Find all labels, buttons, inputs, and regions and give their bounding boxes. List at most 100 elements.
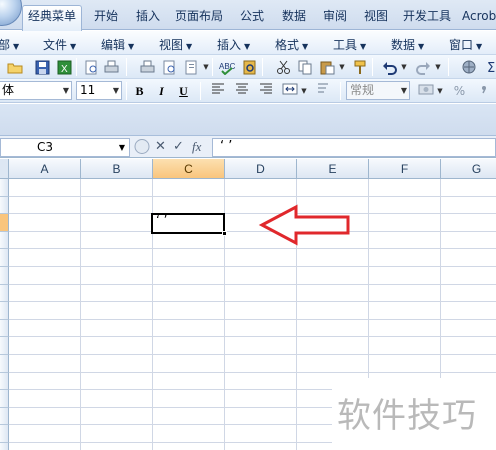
- row-header[interactable]: [0, 443, 9, 450]
- tab-view[interactable]: 视图: [357, 6, 395, 28]
- chevron-down-icon[interactable]: ▼: [202, 58, 210, 76]
- percent-button[interactable]: %: [450, 82, 469, 100]
- print-icon[interactable]: [102, 58, 120, 76]
- column-header-d[interactable]: D: [225, 159, 297, 179]
- row-header[interactable]: [0, 302, 9, 320]
- row-header[interactable]: [0, 407, 9, 426]
- spelling-icon[interactable]: ABC: [218, 58, 236, 76]
- chevron-down-icon[interactable]: ▼: [338, 58, 346, 76]
- comma-style-icon[interactable]: [474, 82, 493, 100]
- menu-view[interactable]: 视图 ▼: [159, 36, 192, 53]
- bold-button[interactable]: B: [130, 82, 149, 100]
- chevron-down-icon: ▼: [186, 42, 193, 51]
- chevron-down-icon[interactable]: ▼: [300, 82, 308, 100]
- tab-classic-menu[interactable]: 经典菜单: [22, 5, 82, 31]
- select-all-button[interactable]: [0, 159, 9, 179]
- print-icon[interactable]: [182, 58, 200, 76]
- column-header-b[interactable]: B: [81, 159, 153, 179]
- fill-handle[interactable]: [222, 231, 227, 236]
- merge-center-icon[interactable]: [280, 82, 299, 100]
- row-header[interactable]: [0, 425, 9, 443]
- formula-input[interactable]: ‘ ’: [212, 138, 496, 157]
- chevron-down-icon: ▼: [128, 42, 135, 51]
- print-preview-icon[interactable]: [82, 58, 100, 76]
- row-header[interactable]: [0, 337, 9, 355]
- tab-developer[interactable]: 开发工具: [398, 6, 456, 28]
- font-size-select[interactable]: 11 ▼: [76, 81, 122, 100]
- row-header[interactable]: [0, 355, 9, 373]
- office-orb-icon[interactable]: [0, 0, 22, 26]
- row-header[interactable]: [0, 249, 9, 267]
- menu-window[interactable]: 窗口 ▼: [449, 36, 482, 53]
- svg-text:X: X: [61, 64, 68, 75]
- cut-icon[interactable]: [274, 58, 292, 76]
- align-center-icon[interactable]: [232, 82, 251, 100]
- row-header[interactable]: [0, 372, 9, 391]
- align-right-icon[interactable]: [256, 82, 275, 100]
- number-format-select[interactable]: 常规 ▼: [346, 81, 410, 100]
- currency-icon[interactable]: [416, 82, 435, 100]
- undo-icon[interactable]: [380, 58, 398, 76]
- tab-insert[interactable]: 插入: [128, 6, 168, 28]
- row-header[interactable]: [0, 179, 9, 197]
- copy-icon[interactable]: [296, 58, 314, 76]
- row-header[interactable]: [0, 196, 9, 215]
- row-header[interactable]: [0, 390, 9, 408]
- menu-file-label: 文件: [43, 38, 68, 52]
- row-header[interactable]: [0, 267, 9, 285]
- paste-icon[interactable]: [318, 58, 336, 76]
- align-left-icon[interactable]: [208, 82, 227, 100]
- cancel-icon[interactable]: ✕: [155, 139, 166, 154]
- menu-tools[interactable]: 工具 ▼: [333, 36, 366, 53]
- menu-file[interactable]: 文件 ▼: [43, 36, 76, 53]
- tab-formulas[interactable]: 公式: [232, 6, 272, 28]
- standard-toolbar: X ▼ ABC ▼ ▼ ▼ Σ: [0, 55, 496, 79]
- menu-all[interactable]: 部 ▼: [0, 36, 19, 53]
- font-name-select[interactable]: 体 ▼: [0, 81, 72, 100]
- menu-data[interactable]: 数据 ▼: [391, 36, 424, 53]
- menu-insert[interactable]: 插入 ▼: [217, 36, 250, 53]
- wrap-text-icon[interactable]: [314, 82, 333, 100]
- enter-icon[interactable]: ✓: [173, 139, 184, 154]
- ribbon-lower-band: [0, 104, 496, 136]
- tab-acrobat[interactable]: Acrobat: [462, 6, 496, 28]
- save-icon[interactable]: [33, 58, 51, 76]
- column-header-a[interactable]: A: [9, 159, 81, 179]
- column-header-c[interactable]: C: [153, 159, 225, 179]
- name-box[interactable]: C3 ▼: [0, 138, 130, 157]
- print-icon[interactable]: [138, 58, 156, 76]
- row-header[interactable]: [0, 231, 9, 250]
- print-preview-icon[interactable]: [160, 58, 178, 76]
- insert-function-button[interactable]: fx: [192, 139, 201, 155]
- tab-page-layout[interactable]: 页面布局: [170, 6, 228, 28]
- chevron-down-icon[interactable]: ▼: [436, 82, 444, 100]
- chevron-down-icon: ▼: [418, 42, 425, 51]
- column-header-g[interactable]: G: [441, 159, 496, 179]
- open-icon[interactable]: [6, 58, 24, 76]
- format-painter-icon[interactable]: [350, 58, 368, 76]
- menu-format[interactable]: 格式 ▼: [275, 36, 308, 53]
- menu-edit[interactable]: 编辑 ▼: [101, 36, 134, 53]
- gridline-horizontal: [9, 371, 496, 373]
- underline-button[interactable]: U: [174, 82, 193, 100]
- research-icon[interactable]: [240, 58, 258, 76]
- tab-review[interactable]: 审阅: [316, 6, 354, 28]
- redo-icon[interactable]: [414, 58, 432, 76]
- hyperlink-icon[interactable]: [460, 58, 478, 76]
- active-cell-c3[interactable]: ‘ ’: [151, 213, 225, 234]
- gridline-horizontal: [9, 354, 496, 355]
- column-header-e[interactable]: E: [297, 159, 369, 179]
- row-header[interactable]: [0, 214, 9, 232]
- chevron-down-icon[interactable]: ▼: [400, 58, 408, 76]
- excel-icon[interactable]: X: [55, 58, 73, 76]
- row-header[interactable]: [0, 319, 9, 338]
- tab-home[interactable]: 开始: [86, 6, 126, 28]
- row-header[interactable]: [0, 284, 9, 303]
- tab-data[interactable]: 数据: [275, 6, 313, 28]
- chevron-down-icon: ▼: [118, 143, 125, 152]
- column-header-f[interactable]: F: [369, 159, 441, 179]
- chevron-down-icon[interactable]: ▼: [434, 58, 442, 76]
- sigma-icon[interactable]: Σ: [484, 58, 496, 76]
- italic-button[interactable]: I: [152, 82, 171, 100]
- watermark-text: 软件技巧: [337, 396, 477, 436]
